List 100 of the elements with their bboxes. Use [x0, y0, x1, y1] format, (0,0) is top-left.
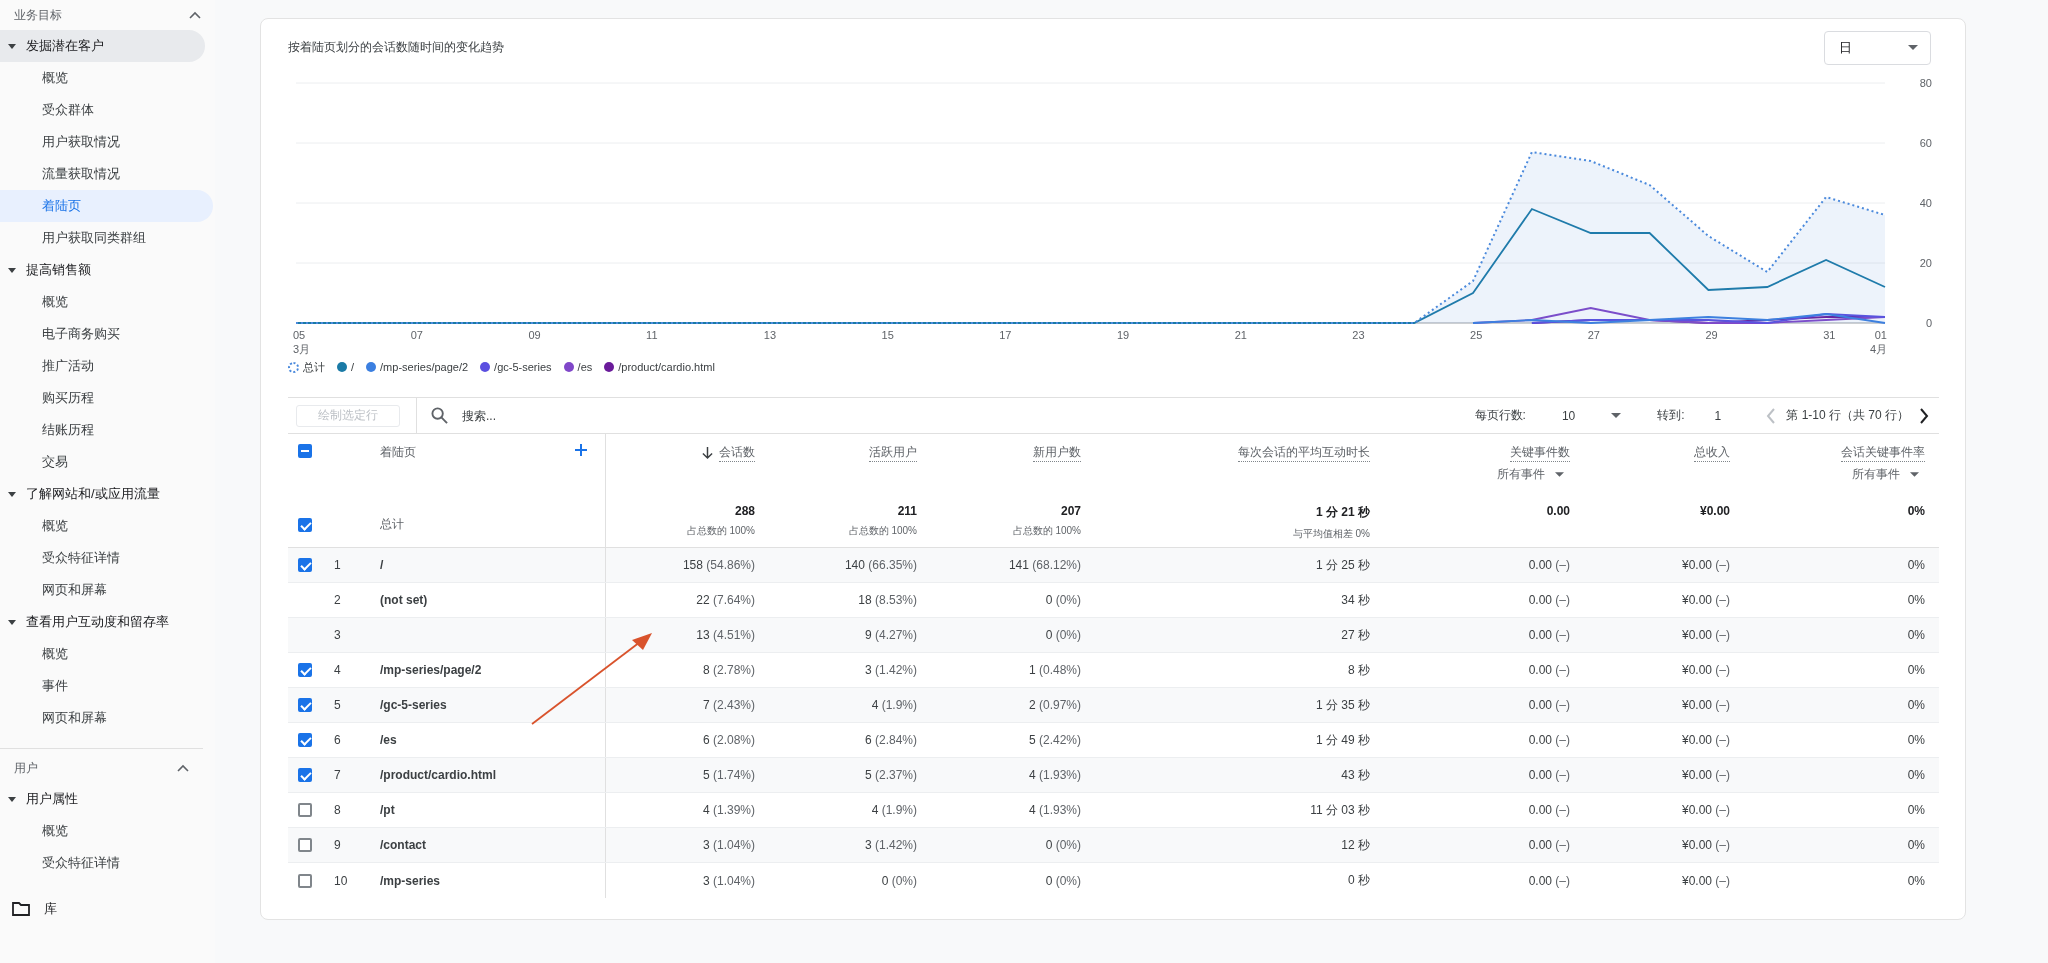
- totals-label: 总计: [380, 516, 404, 533]
- table-cell: 0.00 (–): [1528, 593, 1570, 607]
- table-cell: 8 (2.78%): [702, 663, 755, 677]
- x-axis-month-label: 4月: [1869, 343, 1887, 355]
- table-cell: 18 (8.53%): [858, 593, 917, 607]
- table-cell: 0.00 (–): [1528, 733, 1570, 747]
- y-axis-label: 40: [1919, 197, 1932, 209]
- table-cell: 5 (2.37%): [864, 768, 917, 782]
- row-index: 1: [334, 558, 341, 572]
- table-cell: 3 (1.42%): [864, 838, 917, 852]
- x-axis-month-label: 3月: [293, 343, 311, 355]
- row-index: 9: [334, 838, 341, 852]
- table-cell: 1 分 49 秒: [1315, 731, 1370, 749]
- x-axis-label: 01: [1874, 329, 1887, 341]
- legend-label: /: [351, 361, 355, 373]
- landing-page-cell: (not set): [380, 593, 428, 607]
- table-cell: ¥0.00 (–): [1681, 558, 1730, 572]
- table-cell: 4 (1.93%): [1028, 768, 1081, 782]
- table-cell: 158 (54.86%): [682, 558, 755, 572]
- table-cell: 4 (1.9%): [871, 803, 917, 817]
- table-cell: 0 秒: [1348, 872, 1370, 889]
- landing-page-cell: /es: [380, 733, 397, 747]
- table-cell: 11 分 03 秒: [1310, 801, 1370, 819]
- table-cell: 0 (0%): [1045, 593, 1081, 607]
- landing-page-cell: /product/cardio.html: [380, 768, 496, 782]
- row-index: 2: [334, 593, 341, 607]
- legend-label: 总计: [303, 359, 325, 375]
- total-value: 211: [897, 504, 917, 518]
- table-cell: 4 (1.9%): [871, 698, 917, 712]
- landing-page-cell: /mp-series: [380, 873, 441, 888]
- x-axis-label: 11: [646, 329, 658, 341]
- landing-page-cell: /: [380, 558, 384, 572]
- y-axis-label: 80: [1919, 77, 1932, 89]
- table-cell: 1 (0.48%): [1028, 663, 1081, 677]
- landing-page-cell: /gc-5-series: [380, 698, 447, 712]
- table-cell: 6 (2.84%): [864, 733, 917, 747]
- table-cell: 140 (66.35%): [844, 558, 917, 572]
- table-cell: 8 秒: [1348, 661, 1370, 679]
- row-index: 4: [334, 663, 341, 677]
- rows-per-page-label: 每页行数:: [1474, 407, 1526, 424]
- table-cell: 9 (4.27%): [864, 628, 917, 642]
- table-cell: ¥0.00 (–): [1681, 733, 1730, 747]
- table-cell: 0%: [1907, 558, 1925, 572]
- legend-label: /es: [577, 361, 593, 373]
- x-axis-label: 21: [1234, 329, 1247, 341]
- x-axis-label: 17: [999, 329, 1012, 341]
- table-cell: ¥0.00 (–): [1681, 628, 1730, 642]
- legend-label: /gc-5-series: [494, 361, 552, 373]
- total-value: 0%: [1907, 504, 1925, 518]
- table-cell: 0%: [1907, 768, 1925, 782]
- y-axis-label: 60: [1919, 137, 1932, 149]
- legend-label: /mp-series/page/2: [380, 361, 469, 373]
- table-cell: 3 (1.04%): [702, 838, 755, 852]
- table-cell: 2 (0.97%): [1028, 698, 1081, 712]
- total-value: ¥0.00: [1699, 504, 1730, 518]
- sidebar-section-title: 用户: [14, 759, 38, 777]
- legend-label: /product/cardio.html: [618, 361, 715, 373]
- table-cell: 0 (0%): [881, 873, 917, 888]
- x-axis-label: 23: [1352, 329, 1365, 341]
- landing-page-cell: /mp-series/page/2: [380, 663, 482, 677]
- table-cell: 7 (2.43%): [702, 698, 755, 712]
- total-note: 与平均值相差 0%: [1292, 527, 1370, 541]
- landing-page-cell: /contact: [380, 838, 426, 852]
- table-cell: 0.00 (–): [1528, 803, 1570, 817]
- table-cell: 0.00 (–): [1528, 838, 1570, 852]
- table-cell: ¥0.00 (–): [1681, 803, 1730, 817]
- landing-page-cell: /pt: [380, 803, 395, 817]
- x-axis-label: 31: [1823, 329, 1836, 341]
- row-index: 7: [334, 768, 341, 782]
- x-axis-label: 05: [293, 329, 306, 341]
- table-cell: 0.00 (–): [1528, 698, 1570, 712]
- table-cell: 4 (1.39%): [702, 803, 755, 817]
- total-note: 占总数的 100%: [848, 524, 917, 538]
- table-cell: 0%: [1907, 698, 1925, 712]
- table-cell: 34 秒: [1341, 591, 1370, 609]
- row-index: 6: [334, 733, 341, 747]
- row-index: 10: [334, 873, 348, 888]
- table-cell: 3 (1.42%): [864, 663, 917, 677]
- table-cell: 43 秒: [1341, 766, 1370, 784]
- table-cell: ¥0.00 (–): [1681, 663, 1730, 677]
- sidebar-section-title: 业务目标: [14, 6, 62, 24]
- table-cell: 1 分 35 秒: [1315, 696, 1370, 714]
- table-cell: 0.00 (–): [1528, 558, 1570, 572]
- page-range: 第 1-10 行（共 70 行）: [1786, 407, 1909, 424]
- table-cell: ¥0.00 (–): [1681, 838, 1730, 852]
- table-cell: 5 (2.42%): [1028, 733, 1081, 747]
- y-axis-label: 0: [1925, 317, 1932, 329]
- table-cell: 3 (1.04%): [702, 873, 755, 888]
- table-cell: 22 (7.64%): [696, 593, 755, 607]
- table-cell: 0 (0%): [1045, 873, 1081, 888]
- table-cell: 27 秒: [1341, 626, 1370, 644]
- x-axis-label: 09: [528, 329, 541, 341]
- table-cell: ¥0.00 (–): [1681, 593, 1730, 607]
- total-value: 207: [1060, 504, 1081, 518]
- row-index: 5: [334, 698, 341, 712]
- table-cell: 4 (1.93%): [1028, 803, 1081, 817]
- table-cell: 13 (4.51%): [696, 628, 755, 642]
- total-value: 0.00: [1546, 504, 1570, 518]
- total-value: 1 分 21 秒: [1315, 504, 1370, 521]
- row-index: 8: [334, 803, 341, 817]
